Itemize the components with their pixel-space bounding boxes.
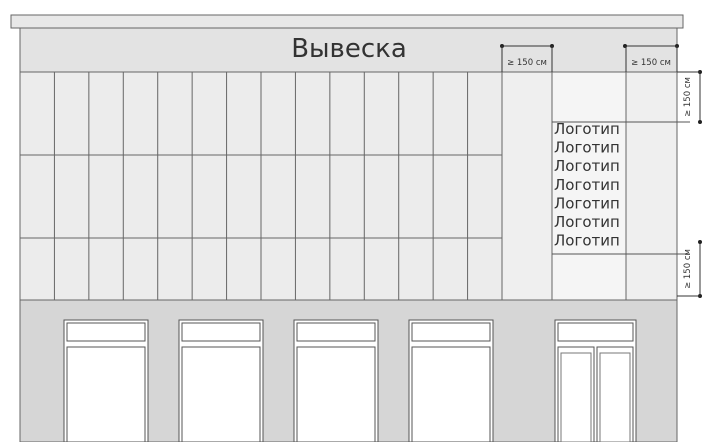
dimension-right-bottom: ≥ 150 см: [677, 240, 702, 298]
dimension-right-top: ≥ 150 см: [677, 70, 702, 124]
logo-text: Логотип: [554, 194, 620, 212]
window-4: [408, 319, 494, 442]
logo-text: Логотип: [554, 213, 620, 231]
facade-drawing: Вывеска ЛоготипЛоготипЛоготипЛоготипЛого…: [10, 14, 702, 442]
side-strip-left: [501, 71, 553, 301]
logo-text: Логотип: [554, 176, 620, 194]
logo-text: Логотип: [554, 139, 620, 157]
entrance-door: [554, 319, 637, 442]
side-strip-right: [625, 71, 678, 301]
window-1: [63, 319, 149, 442]
dim-label-top-left: ≥ 150 см: [507, 58, 547, 68]
dim-label-top-right: ≥ 150 см: [631, 58, 671, 68]
sign-text: Вывеска: [291, 34, 407, 64]
roof-cap: [10, 14, 684, 29]
dim-label-right-top: ≥ 150 см: [683, 77, 693, 117]
logo-text: Логотип: [554, 232, 620, 250]
window-3: [293, 319, 379, 442]
dim-label-right-bottom: ≥ 150 см: [683, 249, 693, 289]
logo-text: Логотип: [554, 157, 620, 175]
logo-text: Логотип: [554, 120, 620, 138]
logo-lines: ЛоготипЛоготипЛоготипЛоготипЛоготипЛогот…: [554, 120, 620, 250]
window-2: [178, 319, 264, 442]
